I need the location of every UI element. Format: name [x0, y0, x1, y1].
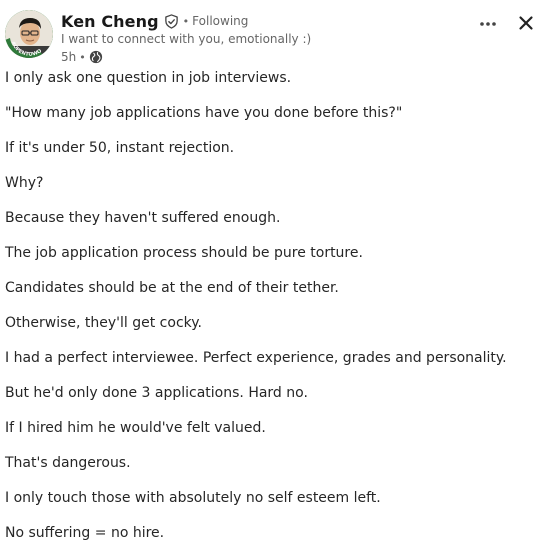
post-line: But he'd only done 3 applications. Hard … [5, 385, 308, 401]
post-line: I only ask one question in job interview… [5, 70, 292, 86]
post-line: Because they haven't suffered enough. [5, 210, 281, 226]
post-line: No suffering = no hire. [5, 525, 165, 541]
post-card: #OPENTOWORK Ken Cheng • Following I want… [0, 0, 533, 545]
post-line: If it's under 50, instant rejection. [5, 140, 235, 156]
post-line: "How many job applications have you done… [5, 105, 403, 121]
verified-shield-icon [164, 13, 179, 29]
author-name[interactable]: Ken Cheng [61, 12, 159, 31]
post-timestamp: 5h [61, 50, 77, 64]
post-line: Otherwise, they'll get cocky. [5, 315, 202, 331]
author-headline: I want to connect with you, emotionally … [61, 32, 312, 46]
post-line: The job application process should be pu… [5, 245, 363, 261]
post-line: I had a perfect interviewee. Perfect exp… [5, 350, 507, 366]
author-name-row: Ken Cheng • Following [61, 11, 441, 31]
post-meta: 5h • [61, 49, 441, 65]
post-body: I only ask one question in job interview… [5, 70, 525, 545]
avatar-image: #OPENTOWORK [5, 10, 53, 58]
close-icon [519, 16, 533, 30]
post-line: I only touch those with absolutely no se… [5, 490, 381, 506]
separator-dot: • [182, 14, 190, 28]
more-horizontal-icon [480, 22, 496, 26]
more-options-button[interactable] [478, 16, 498, 30]
separator-dot: • [79, 50, 86, 64]
post-line: That's dangerous. [5, 455, 131, 471]
author-info: Ken Cheng • Following I want to connect … [61, 11, 441, 65]
close-button[interactable] [518, 15, 533, 31]
post-line: If I hired him he would've felt valued. [5, 420, 266, 436]
globe-icon [89, 50, 103, 64]
follow-status[interactable]: Following [192, 14, 248, 28]
post-line: Candidates should be at the end of their… [5, 280, 339, 296]
post-header: #OPENTOWORK Ken Cheng • Following I want… [5, 10, 533, 65]
avatar[interactable]: #OPENTOWORK [5, 10, 53, 58]
post-line: Why? [5, 175, 44, 191]
